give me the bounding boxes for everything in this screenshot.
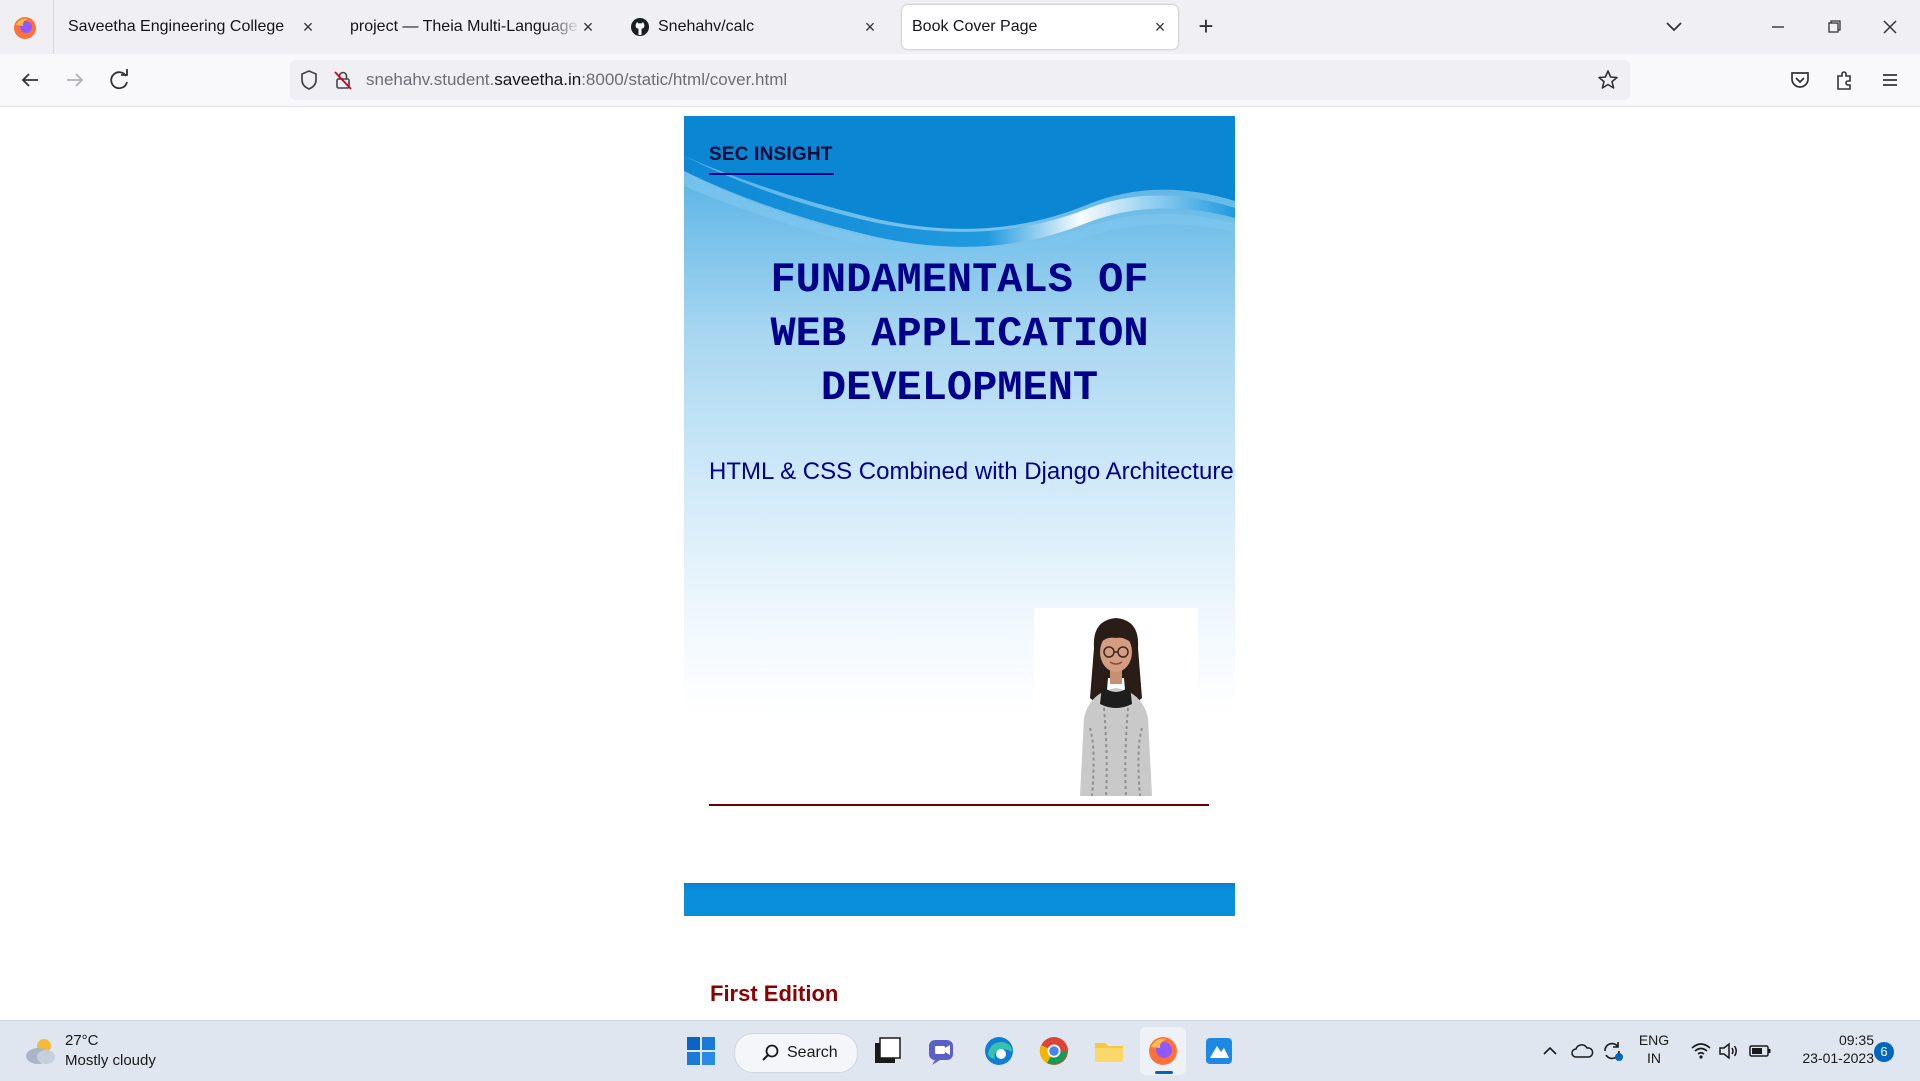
tab-title: project — Theia Multi-Language Ex <box>350 18 580 35</box>
book-title: FUNDAMENTALS OF WEB APPLICATION DEVELOPM… <box>704 253 1215 415</box>
extensions-icon[interactable] <box>1831 66 1859 94</box>
page-viewport: SEC INSIGHT FUNDAMENTALS OF WEB APPLICAT… <box>0 107 1920 1020</box>
brand-name: SEC INSIGHT <box>709 144 833 165</box>
back-arrow-icon[interactable] <box>16 66 44 94</box>
task-view-icon[interactable] <box>870 1034 904 1068</box>
author-photo <box>1034 608 1198 796</box>
url-suffix: :8000/static/html/cover.html <box>581 70 788 89</box>
sync-icon[interactable] <box>1600 1039 1624 1063</box>
url-text[interactable]: snehahv.student.saveetha.in:8000/static/… <box>366 70 787 90</box>
github-icon <box>631 18 649 36</box>
book-title-line: DEVELOPMENT <box>820 364 1099 412</box>
volume-icon[interactable] <box>1718 1041 1740 1061</box>
bottom-band <box>684 883 1235 916</box>
edition-label: First Edition <box>710 981 839 1006</box>
address-bar[interactable]: snehahv.student.saveetha.in:8000/static/… <box>290 60 1630 100</box>
language-code: ENG <box>1638 1032 1670 1048</box>
navigation-toolbar: snehahv.student.saveetha.in:8000/static/… <box>0 54 1920 107</box>
close-icon[interactable]: × <box>1150 17 1170 37</box>
chevron-down-icon[interactable] <box>1660 14 1688 40</box>
close-icon[interactable]: × <box>860 17 880 37</box>
search-icon <box>762 1044 779 1061</box>
search-label: Search <box>787 1044 838 1061</box>
windows-start-icon[interactable] <box>684 1034 718 1068</box>
tab-title: Saveetha Engineering College <box>68 18 285 35</box>
battery-icon[interactable] <box>1748 1041 1772 1061</box>
file-explorer-icon[interactable] <box>1092 1034 1126 1068</box>
book-cover: SEC INSIGHT FUNDAMENTALS OF WEB APPLICAT… <box>684 116 1235 916</box>
forward-arrow-icon[interactable] <box>61 66 89 94</box>
pocket-icon[interactable] <box>1786 66 1814 94</box>
new-tab-button[interactable]: + <box>1192 13 1220 41</box>
firefox-icon <box>1149 1037 1177 1065</box>
shield-icon[interactable] <box>298 69 320 91</box>
bookmark-star-icon[interactable] <box>1596 68 1620 92</box>
cloudy-weather-icon[interactable] <box>22 1035 58 1067</box>
wave-decoration <box>684 116 1235 256</box>
notification-count-badge[interactable]: 6 <box>1874 1042 1894 1062</box>
url-host: saveetha.in <box>494 70 582 89</box>
windows-taskbar: 27°C Mostly cloudy Search ENG IN 09:35 2… <box>0 1020 1920 1081</box>
close-icon[interactable]: × <box>578 17 598 37</box>
clock-date: 23-01-2023 <box>1802 1050 1874 1066</box>
tab-theia-project[interactable]: project — Theia Multi-Language Ex × <box>336 5 606 49</box>
book-title-line: WEB APPLICATION <box>770 310 1149 358</box>
tab-separator <box>53 0 54 54</box>
tab-github-calc[interactable]: Snehahv/calc × <box>618 5 888 49</box>
divider-rule <box>709 804 1209 806</box>
weather-description[interactable]: Mostly cloudy <box>65 1052 156 1069</box>
weather-temperature[interactable]: 27°C <box>65 1032 99 1049</box>
close-icon[interactable]: × <box>298 17 318 37</box>
restore-icon[interactable] <box>1816 12 1852 42</box>
tab-saveetha[interactable]: Saveetha Engineering College × <box>56 5 326 49</box>
tab-book-cover-page[interactable]: Book Cover Page × <box>902 5 1178 49</box>
reload-icon[interactable] <box>106 66 134 94</box>
clock-time: 09:35 <box>1838 1032 1874 1048</box>
language-indicator[interactable]: ENG IN <box>1632 1032 1676 1066</box>
close-window-icon[interactable] <box>1872 12 1908 42</box>
brand-underline <box>709 173 834 175</box>
onedrive-cloud-icon[interactable] <box>1570 1041 1594 1061</box>
taskbar-search-box[interactable]: Search <box>734 1033 858 1073</box>
chrome-browser-icon[interactable] <box>1037 1034 1071 1068</box>
system-clock[interactable]: 09:35 23-01-2023 <box>1782 1032 1874 1066</box>
tab-title: Snehahv/calc <box>658 18 755 35</box>
region-code: IN <box>1647 1050 1661 1066</box>
url-prefix: snehahv.student. <box>366 70 495 89</box>
firefox-taskbar-button[interactable] <box>1140 1027 1186 1075</box>
edge-browser-icon[interactable] <box>982 1034 1016 1068</box>
book-subtitle: HTML & CSS Combined with Django Architec… <box>709 458 1234 485</box>
book-title-line: FUNDAMENTALS OF <box>770 256 1149 304</box>
wifi-icon[interactable] <box>1690 1041 1712 1061</box>
chevron-up-icon[interactable] <box>1540 1041 1560 1061</box>
teams-chat-icon[interactable] <box>926 1034 960 1068</box>
hamburger-menu-icon[interactable] <box>1876 66 1904 94</box>
minimize-icon[interactable] <box>1760 12 1796 42</box>
azure-data-studio-icon[interactable] <box>1202 1034 1236 1068</box>
tab-title: Book Cover Page <box>912 18 1038 35</box>
tab-bar: Saveetha Engineering College × project —… <box>0 0 1920 54</box>
insecure-lock-icon[interactable] <box>332 69 354 91</box>
firefox-icon[interactable] <box>12 15 38 41</box>
